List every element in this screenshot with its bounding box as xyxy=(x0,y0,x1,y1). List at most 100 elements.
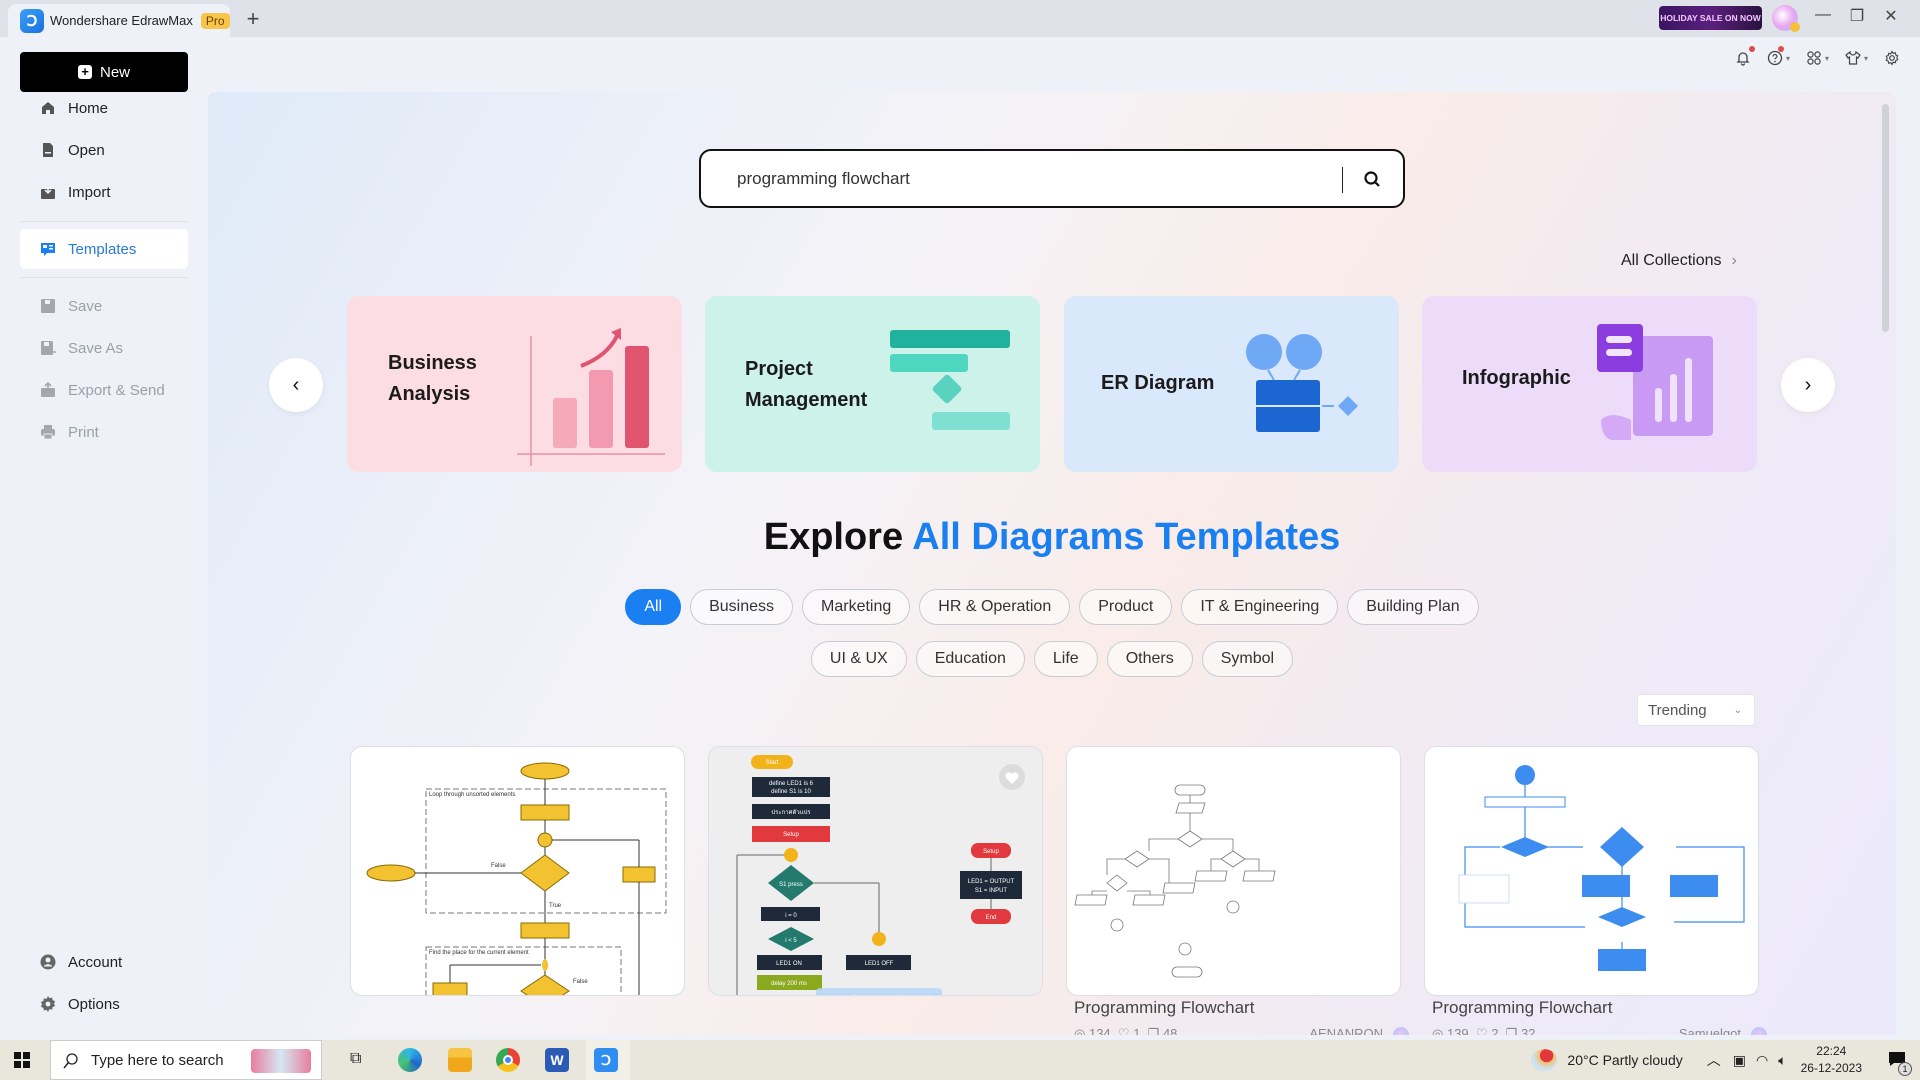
word-icon[interactable]: W xyxy=(545,1048,569,1072)
template-thumbnail xyxy=(1458,765,1745,971)
app-title: Wondershare EdrawMax xyxy=(50,13,193,28)
tray-expand-icon[interactable]: ︿ xyxy=(1707,1050,1721,1070)
chip-all[interactable]: All xyxy=(625,589,682,625)
windows-start-icon[interactable] xyxy=(14,1052,30,1073)
sidebar-item-label: Save xyxy=(68,297,103,315)
author-name[interactable]: AENANRON xyxy=(1309,1026,1383,1035)
taskbar-search-placeholder: Type here to search xyxy=(91,1051,224,1069)
chrome-icon[interactable] xyxy=(496,1048,520,1072)
author-avatar[interactable] xyxy=(1751,1026,1767,1035)
carousel-prev-button[interactable]: ‹ xyxy=(269,358,323,412)
use-immediately-button[interactable]: Use immediately xyxy=(816,988,942,995)
sidebar-item-save-as[interactable]: Save As xyxy=(20,328,188,368)
explore-heading: Explore All Diagrams Templates xyxy=(208,516,1896,559)
template-card[interactable] xyxy=(1066,746,1401,996)
likes-count: 1 xyxy=(1133,1026,1141,1035)
taskbar-search[interactable]: Type here to search xyxy=(50,1040,322,1080)
svg-text:Loop through unsorted elements: Loop through unsorted elements xyxy=(429,792,515,798)
template-name[interactable]: Programming Flowchart xyxy=(1074,998,1254,1018)
chip-ui-ux[interactable]: UI & UX xyxy=(810,641,907,677)
svg-text:Find the place for the current: Find the place for the current element xyxy=(429,950,529,956)
template-name[interactable]: Programming Flowchart xyxy=(1432,998,1612,1018)
new-label: New xyxy=(99,63,130,81)
sidebar-item-label: Export & Send xyxy=(68,381,165,399)
sidebar-item-open[interactable]: Open xyxy=(20,130,188,170)
export-icon xyxy=(40,382,56,398)
er-diagram-illustration-icon xyxy=(1246,334,1358,432)
windows-taskbar: Type here to search ⧉ W Ↄ 20°C Partly cl… xyxy=(0,1040,1920,1080)
template-card[interactable]: Loop through unsorted elements False Tru… xyxy=(350,746,685,996)
sidebar-item-label: Open xyxy=(68,141,105,159)
chip-hr-operation[interactable]: HR & Operation xyxy=(919,589,1071,625)
chip-it-engineering[interactable]: IT & Engineering xyxy=(1181,589,1339,625)
search-icon[interactable] xyxy=(1363,170,1381,188)
edge-icon[interactable] xyxy=(398,1048,422,1072)
chip-life[interactable]: Life xyxy=(1033,641,1098,677)
carousel-next-button[interactable]: › xyxy=(1781,358,1835,412)
sidebar-item-home[interactable]: Home xyxy=(20,88,188,128)
weather-text[interactable]: 20°C Partly cloudy xyxy=(1567,1052,1682,1068)
sort-value: Trending xyxy=(1648,701,1707,719)
meet-icon[interactable]: ▣ xyxy=(1733,1052,1746,1069)
author-name[interactable]: Samuelqot xyxy=(1679,1026,1741,1035)
notification-center-icon[interactable]: 1 xyxy=(1888,1051,1912,1076)
holiday-sale-banner[interactable]: HOLIDAY SALE ON NOW xyxy=(1659,6,1762,30)
sidebar-item-label: Templates xyxy=(68,240,137,258)
collection-card-project-management[interactable]: Project Management xyxy=(705,296,1040,472)
sidebar-item-save[interactable]: Save xyxy=(20,286,188,326)
sort-dropdown[interactable]: Trending ⌄ xyxy=(1637,694,1755,726)
sidebar-item-import[interactable]: Import xyxy=(20,172,188,212)
sidebar-item-templates[interactable]: Templates xyxy=(20,229,188,269)
file-explorer-icon[interactable] xyxy=(448,1048,472,1072)
settings-icon[interactable] xyxy=(1884,50,1900,66)
template-card[interactable] xyxy=(1424,746,1759,996)
app-tab[interactable]: Ↄ Wondershare EdrawMax Pro xyxy=(8,4,230,37)
apps-icon[interactable]: ▾ xyxy=(1806,50,1829,66)
chip-others[interactable]: Others xyxy=(1106,641,1193,677)
search-input[interactable] xyxy=(737,168,1317,189)
template-thumbnail: Loop through unsorted elements False Tru… xyxy=(366,762,667,995)
card-title: Analysis xyxy=(388,383,471,405)
svg-text:False: False xyxy=(491,863,506,869)
weather-icon[interactable] xyxy=(1531,1049,1558,1071)
new-button[interactable]: + New xyxy=(20,52,188,92)
user-avatar[interactable] xyxy=(1772,5,1800,32)
collection-card-infographic[interactable]: Infographic xyxy=(1422,296,1757,472)
sidebar-item-options[interactable]: Options xyxy=(20,984,188,1024)
svg-text:ประกาศตัวแปร: ประกาศตัวแปร xyxy=(771,809,811,816)
sidebar-item-print[interactable]: Print xyxy=(20,412,188,452)
template-card[interactable]: Start define LED1 is 6 define S1 is 10 ปร… xyxy=(708,746,1043,996)
collection-card-business-analysis[interactable]: Business Analysis xyxy=(347,296,682,472)
restore-button[interactable]: ❐ xyxy=(1842,6,1872,26)
task-view-icon[interactable]: ⧉ xyxy=(350,1050,361,1068)
edrawmax-logo-icon: Ↄ xyxy=(20,8,44,33)
chip-business[interactable]: Business xyxy=(690,589,794,625)
author-avatar[interactable] xyxy=(1393,1026,1409,1035)
chip-building-plan[interactable]: Building Plan xyxy=(1347,589,1479,625)
collection-card-er-diagram[interactable]: ER Diagram xyxy=(1064,296,1399,472)
theme-icon[interactable]: ▾ xyxy=(1845,50,1868,66)
gantt-illustration-icon xyxy=(890,330,1010,430)
all-collections-link[interactable]: All Collections › xyxy=(1621,252,1737,270)
wifi-icon[interactable]: ◠ xyxy=(1756,1052,1768,1069)
bell-icon[interactable] xyxy=(1735,46,1755,66)
svg-text:Setup: Setup xyxy=(783,832,799,838)
toolbar: ▾ ▾ ▾ xyxy=(1735,46,1900,66)
chip-symbol[interactable]: Symbol xyxy=(1201,641,1294,677)
scrollbar[interactable] xyxy=(1882,104,1889,332)
minimize-button[interactable]: — xyxy=(1808,6,1838,24)
chip-marketing[interactable]: Marketing xyxy=(802,589,911,625)
clock[interactable]: 22:24 26-12-2023 xyxy=(1801,1043,1862,1077)
edrawmax-taskbar-icon[interactable]: Ↄ xyxy=(594,1048,618,1072)
sidebar-item-label: Print xyxy=(68,423,99,441)
help-icon[interactable]: ▾ xyxy=(1767,46,1790,66)
chip-product[interactable]: Product xyxy=(1079,589,1173,625)
save-icon xyxy=(40,298,56,314)
sidebar-item-account[interactable]: Account xyxy=(20,942,188,982)
chip-education[interactable]: Education xyxy=(915,641,1025,677)
new-tab-button[interactable]: + xyxy=(240,6,266,32)
card-title: Infographic xyxy=(1462,367,1571,389)
sidebar-item-export-send[interactable]: Export & Send xyxy=(20,370,188,410)
close-button[interactable]: ✕ xyxy=(1876,6,1906,26)
volume-icon[interactable]: 🔈︎ xyxy=(1778,1052,1786,1069)
